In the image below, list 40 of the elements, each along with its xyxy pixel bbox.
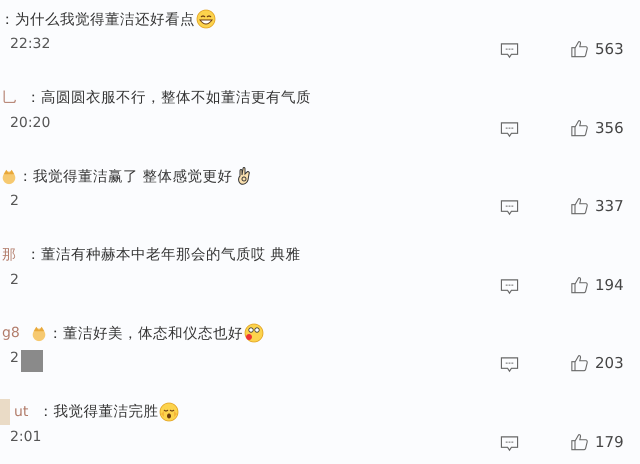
comment-icon — [500, 278, 519, 296]
reply-button[interactable] — [500, 278, 520, 296]
comment-time: 22:32 — [10, 36, 50, 52]
reply-button[interactable] — [500, 42, 520, 60]
thumbs-up-icon — [570, 118, 589, 136]
comment-time: 2 — [10, 350, 19, 366]
comment-text: ：我觉得董洁赢了 整体感觉更好 — [18, 168, 233, 186]
comment-text: ：董洁好美，体态和仪态也好 — [48, 324, 243, 342]
comment-text: ：高圆圆衣服不行，整体不如董洁更有气质 — [26, 88, 311, 107]
reply-button[interactable] — [500, 356, 520, 374]
like-button[interactable]: 203 — [570, 354, 630, 372]
like-button[interactable]: 337 — [570, 197, 630, 215]
comment-time: 2 — [10, 272, 19, 288]
comment-icon — [500, 356, 519, 374]
comment-icon — [500, 434, 519, 452]
username[interactable]: ut — [12, 404, 28, 420]
thumbs-up-icon — [570, 40, 589, 58]
comment-text: ：我觉得董洁完胜 — [38, 402, 158, 421]
username[interactable]: g8 — [0, 325, 20, 341]
comment-icon — [500, 199, 519, 217]
comment-icon — [500, 120, 519, 138]
comment-text: ：为什么我觉得董洁还好看点 — [0, 10, 195, 28]
thumbs-up-icon — [570, 276, 589, 294]
like-button[interactable]: 179 — [570, 432, 630, 450]
username[interactable]: 乚 — [0, 88, 16, 106]
like-button[interactable]: 563 — [570, 40, 630, 58]
like-button[interactable]: 194 — [570, 276, 630, 294]
like-button[interactable]: 356 — [570, 118, 630, 136]
reply-button[interactable] — [500, 120, 520, 138]
comment-icon — [500, 42, 519, 60]
username[interactable]: 那 — [0, 246, 16, 264]
reply-button[interactable] — [500, 199, 520, 217]
thumbs-up-icon — [570, 354, 589, 372]
thumbs-up-icon — [570, 197, 589, 215]
comment-time: 2:01 — [10, 428, 42, 444]
comment-time: 2 — [10, 193, 19, 209]
comment-text: ：董洁有种赫本中老年那会的气质哎 典雅 — [26, 246, 301, 264]
thumbs-up-icon — [570, 432, 589, 450]
reply-button[interactable] — [500, 434, 520, 452]
comment-time: 20:20 — [10, 114, 50, 130]
